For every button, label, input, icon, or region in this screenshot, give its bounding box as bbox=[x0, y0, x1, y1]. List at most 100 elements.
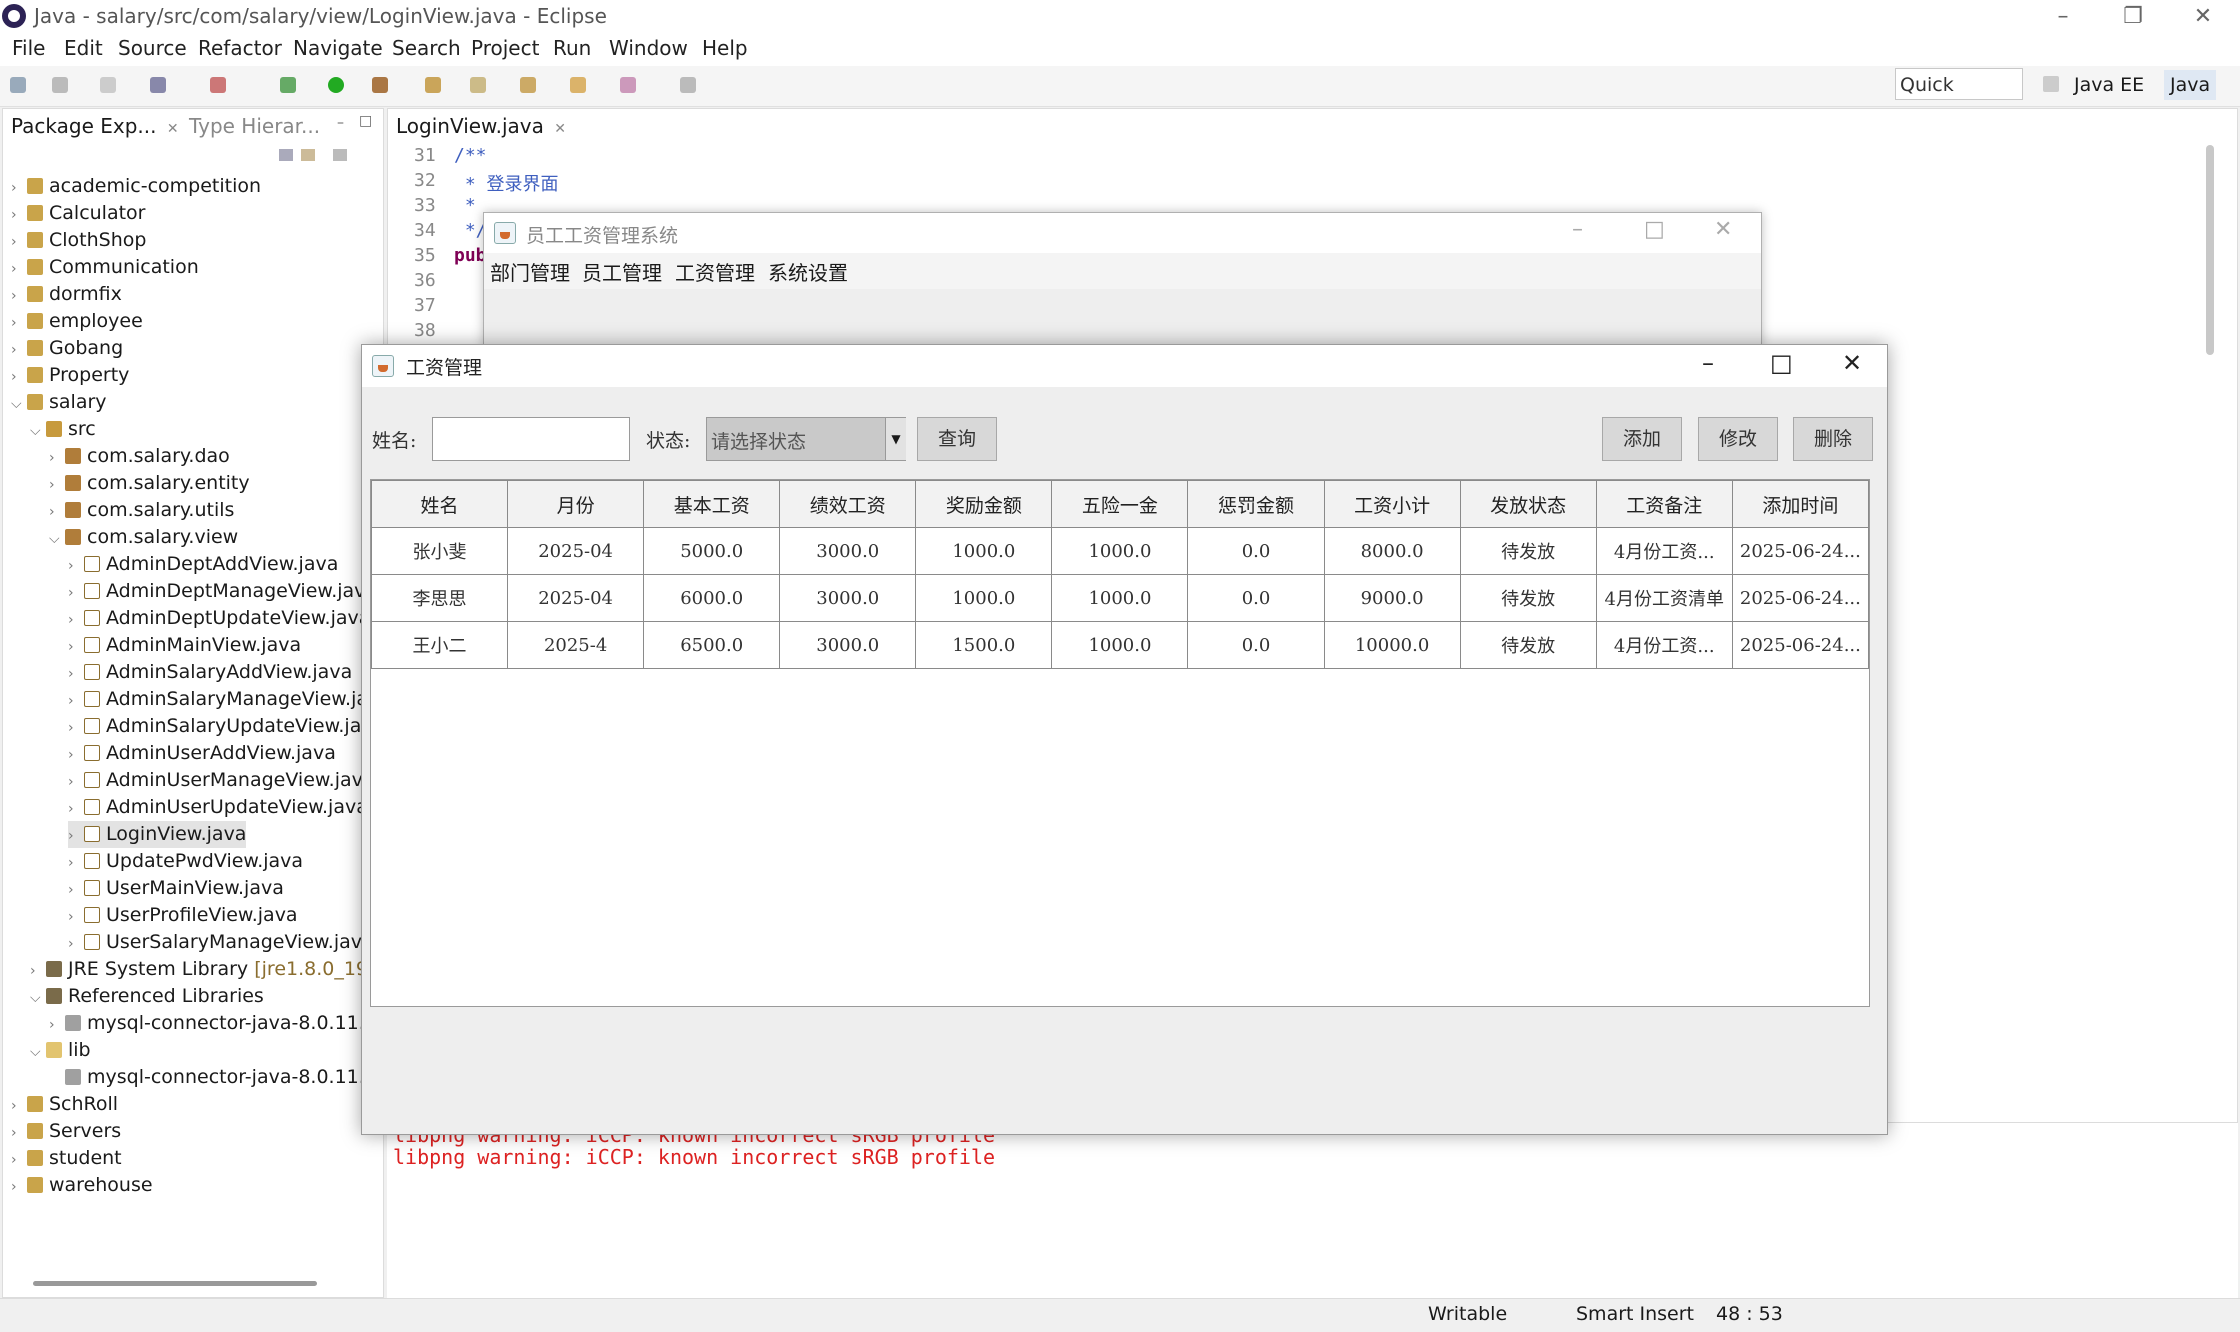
chevron-right-icon[interactable]: › bbox=[49, 499, 63, 526]
tree-item[interactable]: › AdminSalaryAddView.java bbox=[68, 659, 352, 686]
chevron-right-icon[interactable]: › bbox=[68, 823, 82, 850]
chevron-right-icon[interactable]: › bbox=[11, 364, 25, 391]
tree-item[interactable]: › SchRoll bbox=[11, 1091, 118, 1118]
minimize-icon[interactable]: – bbox=[2028, 0, 2098, 34]
save-icon[interactable] bbox=[52, 77, 68, 93]
chevron-right-icon[interactable]: › bbox=[30, 958, 44, 985]
chevron-down-icon[interactable]: ⌵ bbox=[30, 985, 44, 1012]
chevron-right-icon[interactable]: › bbox=[11, 310, 25, 337]
quick-access-field[interactable]: Quick Access bbox=[1895, 68, 2023, 128]
tree-item[interactable]: › dormfix bbox=[11, 281, 122, 308]
tree-item[interactable]: › com.salary.dao bbox=[49, 443, 230, 470]
chevron-right-icon[interactable]: › bbox=[11, 1174, 25, 1201]
chevron-right-icon[interactable]: › bbox=[68, 877, 82, 904]
chevron-right-icon[interactable]: › bbox=[49, 472, 63, 499]
link-editor-icon[interactable] bbox=[301, 149, 315, 161]
column-header[interactable]: 五险一金 bbox=[1051, 480, 1189, 528]
menu-run[interactable]: Run bbox=[553, 36, 591, 60]
tree-item[interactable]: › Gobang bbox=[11, 335, 123, 362]
chevron-right-icon[interactable]: › bbox=[49, 1012, 63, 1039]
table-cell[interactable]: 3000.0 bbox=[779, 621, 917, 669]
table-cell[interactable]: 王小二 bbox=[370, 621, 509, 669]
maximize-view-icon[interactable]: □ bbox=[359, 113, 372, 129]
tree-item[interactable]: ⌵ com.salary.view bbox=[49, 524, 238, 551]
tree-item[interactable]: › student bbox=[11, 1145, 122, 1172]
column-header[interactable]: 奖励金额 bbox=[915, 480, 1053, 528]
column-header[interactable]: 添加时间 bbox=[1731, 480, 1870, 528]
table-cell[interactable]: 5000.0 bbox=[643, 527, 781, 575]
tree-item[interactable]: ⌵ Referenced Libraries bbox=[30, 983, 264, 1010]
table-cell[interactable]: 1000.0 bbox=[915, 574, 1053, 622]
table-cell[interactable]: 8000.0 bbox=[1323, 527, 1461, 575]
tree-item[interactable]: › AdminDeptAddView.java bbox=[68, 551, 338, 578]
tree-item[interactable]: › AdminMainView.java bbox=[68, 632, 301, 659]
tree-item[interactable]: › JRE System Library [jre1.8.0_191] bbox=[30, 956, 388, 983]
column-header[interactable]: 月份 bbox=[507, 480, 645, 528]
view-menu-icon[interactable] bbox=[333, 149, 347, 161]
chevron-down-icon[interactable]: ⌵ bbox=[49, 526, 63, 553]
open-perspective-icon[interactable] bbox=[2043, 76, 2059, 92]
table-cell[interactable]: 2025-06-24... bbox=[1731, 574, 1870, 622]
terminal-icon[interactable] bbox=[150, 77, 166, 93]
menu-file[interactable]: File bbox=[12, 36, 45, 60]
chevron-right-icon[interactable]: › bbox=[68, 715, 82, 742]
chevron-right-icon[interactable]: › bbox=[11, 175, 25, 202]
restore-icon[interactable]: ❐ bbox=[2098, 0, 2168, 34]
chevron-down-icon[interactable]: ⌵ bbox=[30, 1039, 44, 1066]
chevron-right-icon[interactable]: › bbox=[68, 580, 82, 607]
table-cell[interactable]: 2025-04 bbox=[507, 527, 645, 575]
menu-window[interactable]: Window bbox=[609, 36, 688, 60]
tab-type-hierarchy[interactable]: Type Hierar... bbox=[181, 109, 328, 143]
perspective-java[interactable]: Java bbox=[2164, 70, 2217, 100]
column-header[interactable]: 工资小计 bbox=[1323, 480, 1461, 528]
chevron-right-icon[interactable]: › bbox=[68, 634, 82, 661]
maximize-icon[interactable]: □ bbox=[1770, 349, 1793, 377]
tree-item[interactable]: › UpdatePwdView.java bbox=[68, 848, 303, 875]
table-cell[interactable]: 2025-4 bbox=[507, 621, 645, 669]
close-icon[interactable]: ✕ bbox=[2168, 0, 2238, 34]
tree-item[interactable]: › Calculator bbox=[11, 200, 145, 227]
chevron-right-icon[interactable]: › bbox=[68, 553, 82, 580]
chevron-right-icon[interactable]: › bbox=[11, 256, 25, 283]
external-tools-icon[interactable] bbox=[372, 77, 388, 93]
tree-item[interactable]: mysql-connector-java-8.0.11.jar bbox=[49, 1064, 390, 1091]
table-cell[interactable]: 6000.0 bbox=[643, 574, 781, 622]
open-type-icon[interactable] bbox=[470, 77, 486, 93]
add-button[interactable]: 添加 bbox=[1602, 417, 1682, 461]
minimize-icon[interactable]: – bbox=[1702, 349, 1714, 377]
close-tab-icon[interactable]: ✕ bbox=[554, 121, 566, 137]
menu-employee-manage[interactable]: 员工管理 bbox=[582, 257, 662, 286]
table-cell[interactable]: 待发放 bbox=[1459, 527, 1597, 575]
tree-item[interactable]: › employee bbox=[11, 308, 143, 335]
table-row[interactable]: 李思思 2025-04 6000.0 3000.0 1000.0 1000.0 0.0 900… bbox=[370, 574, 1870, 622]
table-cell[interactable]: 9000.0 bbox=[1323, 574, 1461, 622]
table-cell[interactable]: 6500.0 bbox=[643, 621, 781, 669]
table-cell[interactable]: 2025-06-24... bbox=[1731, 621, 1870, 669]
column-header[interactable]: 发放状态 bbox=[1459, 480, 1597, 528]
edit-button[interactable]: 修改 bbox=[1698, 417, 1778, 461]
table-cell[interactable]: 2025-04 bbox=[507, 574, 645, 622]
maximize-icon[interactable]: □ bbox=[1644, 217, 1665, 242]
column-header[interactable]: 工资备注 bbox=[1595, 480, 1733, 528]
table-cell[interactable]: 0.0 bbox=[1187, 574, 1325, 622]
table-row[interactable]: 张小斐 2025-04 5000.0 3000.0 1000.0 1000.0 0.0 800… bbox=[370, 527, 1870, 575]
tree-item[interactable]: › AdminUserManageView.java bbox=[68, 767, 375, 794]
tree-item[interactable]: › com.salary.entity bbox=[49, 470, 250, 497]
close-tab-icon[interactable]: ✕ bbox=[167, 121, 179, 137]
annotation-icon[interactable] bbox=[570, 77, 586, 93]
table-cell[interactable]: 0.0 bbox=[1187, 527, 1325, 575]
tree-item[interactable]: ⌵ lib bbox=[30, 1037, 91, 1064]
table-cell[interactable]: 4月份工资... bbox=[1595, 527, 1733, 575]
tree-item[interactable]: › AdminUserUpdateView.java bbox=[68, 794, 368, 821]
table-cell[interactable]: 1000.0 bbox=[915, 527, 1053, 575]
chevron-right-icon[interactable]: › bbox=[68, 688, 82, 715]
perspective-java-ee[interactable]: Java EE bbox=[2068, 70, 2150, 100]
chevron-down-icon[interactable]: ⌵ bbox=[30, 418, 44, 445]
forward-icon[interactable] bbox=[680, 77, 696, 93]
back-icon[interactable] bbox=[620, 77, 636, 93]
chevron-right-icon[interactable]: › bbox=[68, 850, 82, 877]
delete-button[interactable]: 删除 bbox=[1793, 417, 1873, 461]
table-cell[interactable]: 1000.0 bbox=[1051, 574, 1189, 622]
tree-item[interactable]: › Servers bbox=[11, 1118, 121, 1145]
table-cell[interactable]: 10000.0 bbox=[1323, 621, 1461, 669]
